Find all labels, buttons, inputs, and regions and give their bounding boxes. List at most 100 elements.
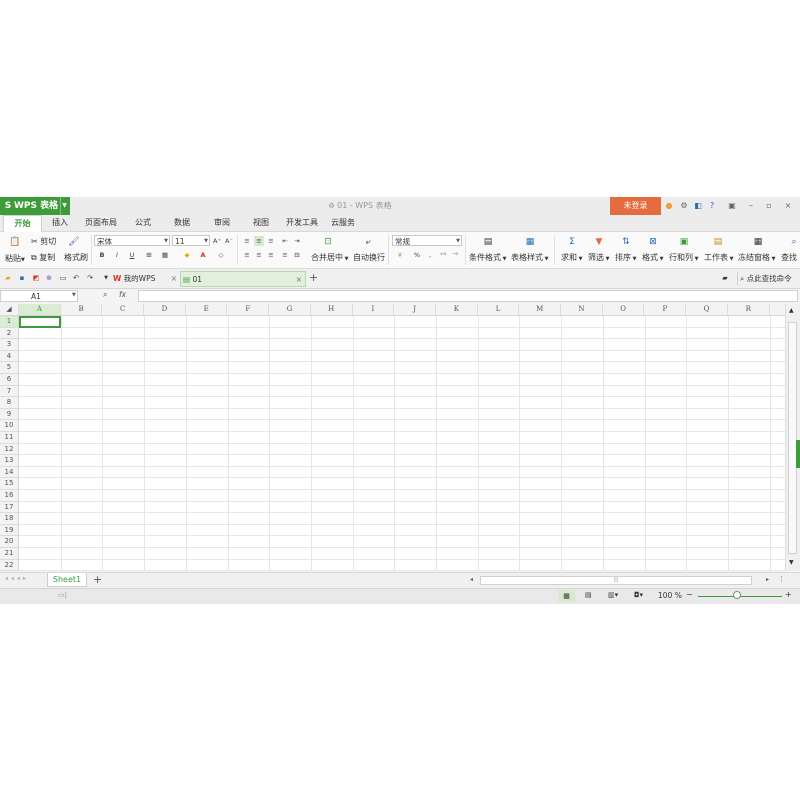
print-icon[interactable]: ⊕ [44,273,54,283]
maximize-button[interactable]: ▫ [763,200,775,212]
row-header-9[interactable]: 9 [0,408,19,421]
skin-icon[interactable]: ● [663,200,675,212]
row-header-6[interactable]: 6 [0,374,19,386]
row-header-12[interactable]: 12 [0,443,19,456]
filter-icon[interactable]: ▼ [593,236,605,248]
sort-icon[interactable]: ⇅ [620,236,632,248]
column-header-i[interactable]: I [353,304,395,315]
align-bottom-icon[interactable]: ≡ [266,236,276,246]
more-icon[interactable]: ⋮ [778,575,785,583]
shrink-font-button[interactable]: A⁻ [224,236,234,246]
number-format-select[interactable]: 常规 ▼ [392,235,462,246]
freeze-panes-icon[interactable]: ▦ [752,236,764,248]
clear-format-icon[interactable]: ◇ [216,250,226,260]
scroll-up-icon[interactable]: ▲ [789,307,794,314]
tab-developer[interactable]: 开发工具 [284,215,320,231]
font-name-select[interactable]: 宋体 ▼ [94,235,170,246]
row-header-2[interactable]: 2 [0,327,19,340]
horizontal-scroll-thumb[interactable]: ||| [480,576,752,585]
zoom-slider-handle[interactable] [733,591,741,599]
currency-button[interactable]: ¥ [395,250,405,260]
format-painter-button[interactable]: 格式刷 [64,252,88,263]
preview-icon[interactable]: ▭ [58,273,68,283]
share-icon[interactable]: ◧ [692,200,704,212]
help-icon[interactable]: ? [706,200,718,212]
column-header-e[interactable]: E [186,304,228,315]
reading-mode-icon[interactable]: ◘▾ [634,591,643,599]
selected-cell-a1[interactable] [19,316,61,328]
indent-icon[interactable]: ⇤ [280,236,290,246]
sum-icon[interactable]: Σ [566,236,578,248]
name-box[interactable]: A1 [0,290,78,302]
flag-icon[interactable]: ▰ [720,273,730,283]
tab-home[interactable]: 开始 [3,215,42,232]
align-middle-icon[interactable]: ≡ [254,236,264,246]
minimize-button[interactable]: – [745,200,757,212]
table-style-icon[interactable]: ▦ [524,236,536,248]
undo-icon[interactable]: ↶ [71,273,81,283]
new-tab-button[interactable]: + [309,271,318,284]
close-icon[interactable]: × [296,272,302,288]
chevron-down-icon[interactable]: ▼ [101,273,111,283]
row-col-icon[interactable]: ▣ [678,236,690,248]
find-icon[interactable]: ⌕ [788,236,800,248]
column-header-h[interactable]: H [311,304,353,315]
merge-center-icon[interactable]: ⊡ [322,236,334,248]
row-header-3[interactable]: 3 [0,339,19,351]
row-header-4[interactable]: 4 [0,350,19,363]
wrap-text-button[interactable]: 自动换行 [353,252,385,263]
column-header-k[interactable]: K [436,304,478,315]
column-header-b[interactable]: B [61,304,103,315]
select-all-corner[interactable]: ◢ [0,304,19,315]
bold-button[interactable]: B [97,250,107,260]
settings-icon[interactable]: ⚙ [678,200,690,212]
tab-my-wps[interactable]: W 我的WPS × [113,272,179,286]
column-header-o[interactable]: O [603,304,645,315]
format-icon[interactable]: ⊠ [647,236,659,248]
row-header-10[interactable]: 10 [0,420,19,432]
row-header-20[interactable]: 20 [0,536,19,548]
find-button[interactable]: 查找 [781,252,797,263]
freeze-panes-button[interactable]: 冻结窗格 ▼ [738,252,775,263]
column-header-q[interactable]: Q [686,304,728,315]
row-header-11[interactable]: 11 [0,432,19,444]
cut-button[interactable]: ✂ 剪切 [31,236,56,247]
normal-view-icon[interactable]: ▦ [558,590,575,602]
format-painter-icon[interactable]: 🖌 [68,236,80,248]
row-header-8[interactable]: 8 [0,397,19,409]
table-style-button[interactable]: 表格样式 ▼ [511,252,548,263]
close-icon[interactable]: × [171,272,177,286]
italic-button[interactable]: I [112,250,122,260]
column-header-j[interactable]: J [394,304,436,315]
spreadsheet-grid[interactable]: ◢ ABCDEFGHIJKLMNOPQR 1 2 3 4 5 6 7 8 9 10 11 12 13 14… [0,304,785,571]
page-layout-view-icon[interactable]: ▤ [585,591,592,599]
export-pdf-icon[interactable]: ◩ [31,273,41,283]
open-icon[interactable]: ▰ [3,273,13,283]
add-sheet-button[interactable]: + [93,573,102,586]
copy-button[interactable]: ⧉ 复制 [31,252,55,263]
vertical-scrollbar[interactable]: ▲ ▼ [785,304,800,571]
decrease-decimal-icon[interactable]: ⁻⁰ [450,250,460,260]
column-header-l[interactable]: L [478,304,520,315]
side-panel-toggle[interactable] [796,440,800,468]
tab-document-01[interactable]: ▤ 01 × [180,271,306,287]
row-header-14[interactable]: 14 [0,466,19,479]
close-button[interactable]: × [782,200,794,212]
tab-page-layout[interactable]: 页面布局 [84,215,118,231]
row-header-5[interactable]: 5 [0,362,19,374]
row-header-13[interactable]: 13 [0,455,19,467]
row-header-7[interactable]: 7 [0,385,19,398]
column-header-f[interactable]: F [228,304,270,315]
font-size-select[interactable]: 11 ▼ [172,235,210,246]
column-header-m[interactable]: M [519,304,562,315]
grow-font-button[interactable]: A⁺ [212,236,222,246]
sheet-nav-icons[interactable]: ◂◂◂▸ [5,575,29,582]
format-button[interactable]: 格式 ▼ [642,252,663,263]
formula-input[interactable] [138,290,798,302]
tab-insert[interactable]: 插入 [47,215,73,231]
sum-button[interactable]: 求和 ▼ [561,252,582,263]
worksheet-icon[interactable]: ▤ [712,236,724,248]
row-header-15[interactable]: 15 [0,478,19,490]
outdent-icon[interactable]: ⇥ [292,236,302,246]
tab-review[interactable]: 审阅 [209,215,235,231]
